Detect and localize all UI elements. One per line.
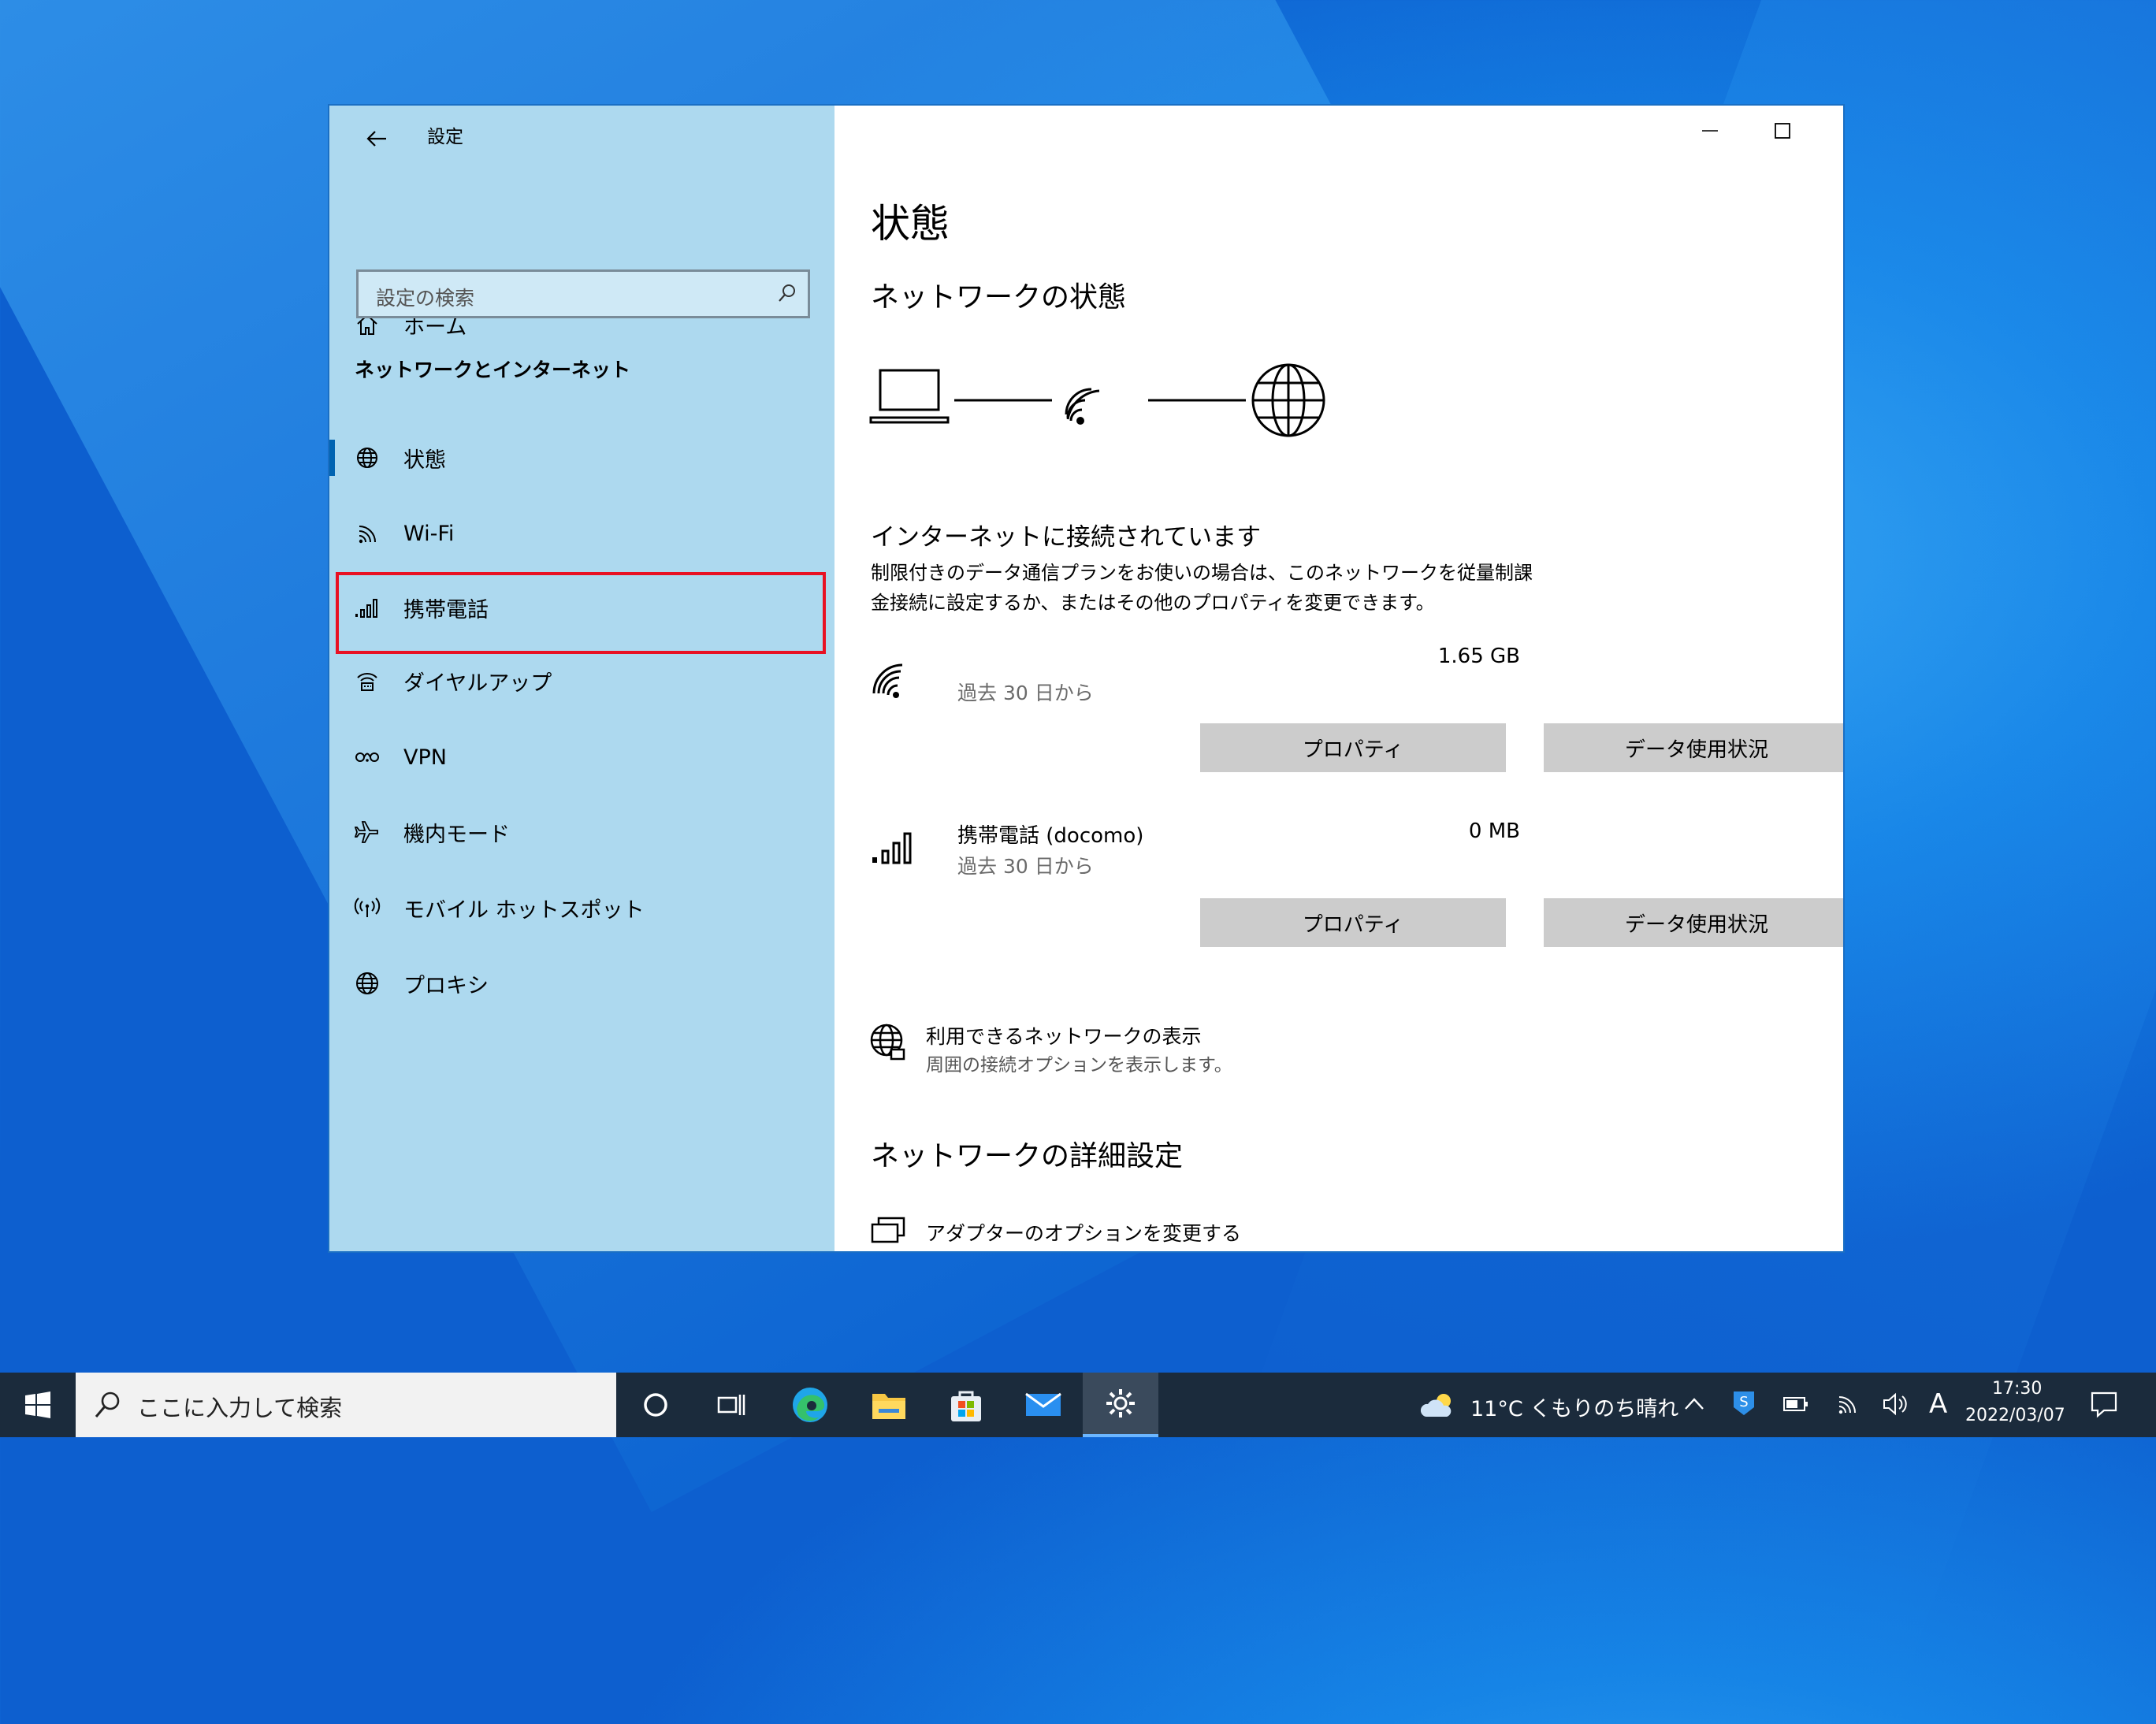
clock-time: 17:30 xyxy=(1992,1379,2043,1399)
battery-icon[interactable] xyxy=(1782,1395,1809,1414)
search-icon xyxy=(776,282,798,307)
minimize-icon xyxy=(1702,130,1718,132)
window-title: 設定 xyxy=(427,127,463,147)
main-content: 状態 ネットワークの状態 インターネットに接続されています 制限付きのデータ通信… xyxy=(835,106,1843,1251)
sidebar: 設定 ホーム 設定の検索 ネットワークとインターネット 状態 Wi-Fi 携帯電… xyxy=(329,106,835,1251)
network-status-diagram xyxy=(869,363,1325,437)
maximize-button[interactable] xyxy=(1746,106,1819,156)
maximize-icon xyxy=(1775,123,1790,139)
chevron-up-icon[interactable] xyxy=(1683,1395,1705,1414)
hotspot-icon xyxy=(353,894,381,922)
task-view-button[interactable] xyxy=(693,1373,769,1437)
sidebar-item-label: Wi-Fi xyxy=(403,521,455,546)
taskbar: ここに入力して検索 11°C くもりのち晴れ S A 17:30 2022/03… xyxy=(0,1373,2156,1437)
store-button[interactable] xyxy=(928,1373,1004,1437)
edge-icon xyxy=(793,1388,827,1422)
sidebar-item-proxy[interactable]: プロキシ xyxy=(329,947,835,1020)
sidebar-item-label: VPN xyxy=(403,745,447,770)
edge-taskbar-button[interactable] xyxy=(772,1373,848,1437)
dialup-icon xyxy=(353,667,381,695)
svg-text:S: S xyxy=(1739,1394,1748,1410)
usage-amount: 0 MB xyxy=(1468,819,1520,843)
taskbar-search-placeholder: ここに入力して検索 xyxy=(137,1395,343,1421)
connected-description-line2: 金接続に設定するか、またはその他のプロパティを変更できます。 xyxy=(871,592,1435,614)
ime-indicator[interactable]: A xyxy=(1929,1388,1947,1420)
settings-window: 設定 ホーム 設定の検索 ネットワークとインターネット 状態 Wi-Fi 携帯電… xyxy=(328,104,1845,1253)
globe-icon xyxy=(353,444,381,472)
show-networks-desc: 周囲の接続オプションを表示します。 xyxy=(926,1055,1232,1076)
sidebar-item-label: プロキシ xyxy=(403,973,489,998)
mail-icon xyxy=(1025,1392,1061,1416)
section-header: ネットワークとインターネット xyxy=(355,359,631,381)
cellular-icon xyxy=(872,832,912,864)
usage-amount: 1.65 GB xyxy=(1437,645,1520,668)
network-status-heading: ネットワークの状態 xyxy=(871,281,1127,314)
settings-taskbar-button[interactable] xyxy=(1083,1373,1158,1437)
file-explorer-button[interactable] xyxy=(851,1373,927,1437)
laptop-icon xyxy=(869,369,950,424)
wifi-icon xyxy=(872,663,903,698)
store-bag-icon xyxy=(951,1391,981,1421)
sidebar-item-label: ダイヤルアップ xyxy=(403,671,552,696)
sidebar-item-airplane[interactable]: 機内モード xyxy=(329,796,835,868)
usage-period: 過去 30 日から xyxy=(957,855,1094,878)
search-icon xyxy=(95,1391,120,1417)
weather-text[interactable]: 11°C くもりのち晴れ xyxy=(1470,1391,1678,1422)
connected-heading: インターネットに接続されています xyxy=(871,523,1262,552)
properties-button[interactable]: プロパティ xyxy=(1200,898,1506,947)
properties-button[interactable]: プロパティ xyxy=(1200,723,1506,772)
back-arrow-icon xyxy=(366,131,386,147)
cortana-circle-icon xyxy=(644,1393,667,1417)
windows-logo-icon xyxy=(25,1391,50,1418)
sidebar-item-dialup[interactable]: ダイヤルアップ xyxy=(329,645,835,717)
proxy-globe-icon xyxy=(353,969,381,998)
sidebar-item-vpn[interactable]: VPN xyxy=(329,721,835,793)
sidebar-item-label: 状態 xyxy=(403,448,446,473)
airplane-icon xyxy=(353,818,381,846)
weather-cloud-icon xyxy=(1420,1394,1452,1417)
connected-description-line1: 制限付きのデータ通信プランをお使いの場合は、このネットワークを従量制課 xyxy=(871,562,1533,584)
folder-icon xyxy=(872,1394,905,1419)
sidebar-item-label: モバイル ホットスポット xyxy=(403,897,645,923)
data-usage-button[interactable]: データ使用状況 xyxy=(1544,898,1843,947)
gear-icon xyxy=(1106,1389,1135,1417)
cortana-button[interactable] xyxy=(618,1373,693,1437)
sidebar-item-status[interactable]: 状態 xyxy=(329,422,835,494)
wifi-icon xyxy=(353,519,381,548)
clock-date: 2022/03/07 xyxy=(1965,1406,2065,1425)
security-shield-icon[interactable]: S xyxy=(1732,1390,1756,1417)
wifi-signal-icon xyxy=(1065,388,1100,425)
sidebar-item-label: 機内モード xyxy=(403,822,510,847)
minimize-button[interactable] xyxy=(1674,106,1746,156)
search-placeholder: 設定の検索 xyxy=(376,287,475,310)
vpn-icon xyxy=(353,743,381,771)
sidebar-item-hotspot[interactable]: モバイル ホットスポット xyxy=(329,871,835,944)
adapter-icon xyxy=(871,1217,905,1243)
mail-button[interactable] xyxy=(1006,1373,1081,1437)
data-usage-button[interactable]: データ使用状況 xyxy=(1544,723,1843,772)
close-button[interactable] xyxy=(1819,106,1843,156)
taskbar-search-box[interactable]: ここに入力して検索 xyxy=(76,1373,616,1437)
sidebar-item-wifi[interactable]: Wi-Fi xyxy=(329,497,835,570)
volume-icon[interactable] xyxy=(1882,1391,1910,1417)
back-button[interactable] xyxy=(351,117,402,161)
connection-name: 携帯電話 (docomo) xyxy=(957,824,1144,848)
adapter-options-label: アダプターのオプションを変更する xyxy=(926,1222,1242,1245)
highlight-box xyxy=(336,572,826,654)
show-networks-title: 利用できるネットワークの表示 xyxy=(926,1025,1202,1048)
settings-search-input[interactable]: 設定の検索 xyxy=(356,269,810,318)
page-title: 状態 xyxy=(871,201,950,247)
start-button[interactable] xyxy=(0,1373,76,1437)
task-view-icon xyxy=(717,1395,745,1415)
internet-globe-icon xyxy=(1251,363,1325,437)
usage-period: 過去 30 日から xyxy=(957,682,1094,704)
wifi-tray-icon[interactable] xyxy=(1834,1391,1860,1417)
notification-icon[interactable] xyxy=(2090,1390,2118,1418)
network-globe-icon xyxy=(870,1024,905,1061)
advanced-settings-heading: ネットワークの詳細設定 xyxy=(871,1140,1184,1172)
